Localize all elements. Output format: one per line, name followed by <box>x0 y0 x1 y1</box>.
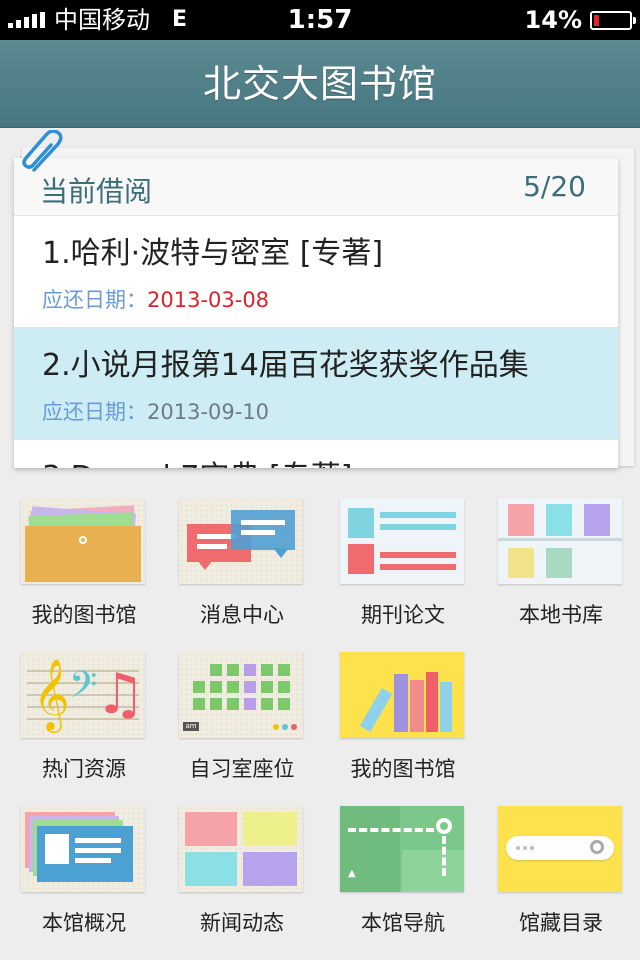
tile-label: 我的图书馆 <box>350 757 456 781</box>
loan-count: 5/20 <box>523 170 586 203</box>
tile-my-library[interactable]: 我的图书馆 <box>19 498 149 638</box>
seat-square <box>244 664 256 676</box>
search-icon <box>498 806 622 892</box>
tile-study-seats[interactable]: am 自习室座位 <box>177 652 307 792</box>
tile-news[interactable]: 新闻动态 <box>177 806 307 946</box>
loan-due: 应还日期：2013-03-08 <box>42 284 269 314</box>
loan-title: 3.Drupal 7宝典 [专著] <box>42 452 352 468</box>
seat-square <box>193 698 205 710</box>
tile-label: 我的图书馆 <box>31 603 137 627</box>
seat-square <box>227 664 239 676</box>
loan-item[interactable]: 3.Drupal 7宝典 [专著] <box>14 440 618 468</box>
bookshelf-icon <box>498 498 622 584</box>
news-icon <box>179 806 303 892</box>
tile-journals[interactable]: 期刊论文 <box>338 498 468 638</box>
books-icon <box>340 652 464 738</box>
seat-square <box>261 664 273 676</box>
tile-message-center[interactable]: 消息中心 <box>177 498 307 638</box>
tile-label: 消息中心 <box>200 603 284 627</box>
tile-library-overview[interactable]: 本馆概况 <box>19 806 149 946</box>
tile-my-library-books[interactable]: 我的图书馆 <box>338 652 468 792</box>
tile-label: 本馆导航 <box>361 911 445 935</box>
due-label: 应还日期： <box>42 288 147 312</box>
paperclip-icon <box>22 130 63 172</box>
seat-square <box>261 698 273 710</box>
battery-percent: 14% <box>524 6 582 34</box>
journal-icon <box>340 498 464 584</box>
carrier-name: 中国移动 <box>54 6 150 34</box>
due-date: 2013-09-10 <box>147 400 270 424</box>
north-arrow-icon: ▲ <box>348 868 356 879</box>
loan-title: 2.小说月报第14届百花奖获奖作品集 <box>42 348 529 383</box>
tile-hot-resources[interactable]: 𝄞 𝄢 ♫ 热门资源 <box>19 652 149 792</box>
tile-label: 本馆概况 <box>42 911 126 935</box>
page-title: 北交大图书馆 <box>202 62 437 106</box>
app-header: 北交大图书馆 <box>0 40 640 128</box>
tile-label: 期刊论文 <box>361 603 445 627</box>
loan-item[interactable]: 1.哈利·波特与密室 [专著] 应还日期：2013-03-08 <box>14 216 618 328</box>
seat-square <box>227 681 239 693</box>
tile-label: 新闻动态 <box>200 911 284 935</box>
current-loans-card[interactable]: 当前借阅 5/20 1.哈利·波特与密室 [专著] 应还日期：2013-03-0… <box>14 158 618 468</box>
seat-square <box>261 681 273 693</box>
due-date: 2013-03-08 <box>147 288 270 312</box>
card-title: 当前借阅 <box>40 175 153 208</box>
seat-icon: am <box>179 652 303 738</box>
card-header: 当前借阅 5/20 <box>14 158 618 216</box>
tile-navigation[interactable]: ▲ 本馆导航 <box>338 806 468 946</box>
seat-square <box>278 664 290 676</box>
seat-square <box>278 681 290 693</box>
tile-local-stacks[interactable]: 本地书库 <box>496 498 626 638</box>
seat-square <box>227 698 239 710</box>
loan-due: 应还日期：2013-09-10 <box>42 396 269 426</box>
seat-square <box>278 698 290 710</box>
profile-card-icon <box>21 806 145 892</box>
tile-label: 自习室座位 <box>189 757 295 781</box>
loan-item-selected[interactable]: 2.小说月报第14届百花奖获奖作品集 应还日期：2013-09-10 <box>14 328 618 440</box>
map-icon: ▲ <box>340 806 464 892</box>
status-bar: 中国移动 E 1:57 14% <box>0 0 640 40</box>
due-label: 应还日期： <box>42 400 147 424</box>
folder-icon <box>21 498 145 584</box>
tile-catalog[interactable]: 馆藏目录 <box>496 806 626 946</box>
signal-icon <box>8 12 45 28</box>
network-type: E <box>172 7 188 32</box>
seat-square <box>210 664 222 676</box>
seat-square <box>210 698 222 710</box>
seat-square <box>210 681 222 693</box>
seat-square <box>193 681 205 693</box>
music-icon: 𝄞 𝄢 ♫ <box>21 652 145 738</box>
message-icon <box>179 498 303 584</box>
seat-square <box>244 681 256 693</box>
seat-square <box>244 698 256 710</box>
battery-icon <box>590 11 636 30</box>
tile-label: 馆藏目录 <box>519 911 603 935</box>
loan-title: 1.哈利·波特与密室 [专著] <box>42 236 384 271</box>
tile-label: 热门资源 <box>42 757 126 781</box>
tile-label: 本地书库 <box>519 603 603 627</box>
